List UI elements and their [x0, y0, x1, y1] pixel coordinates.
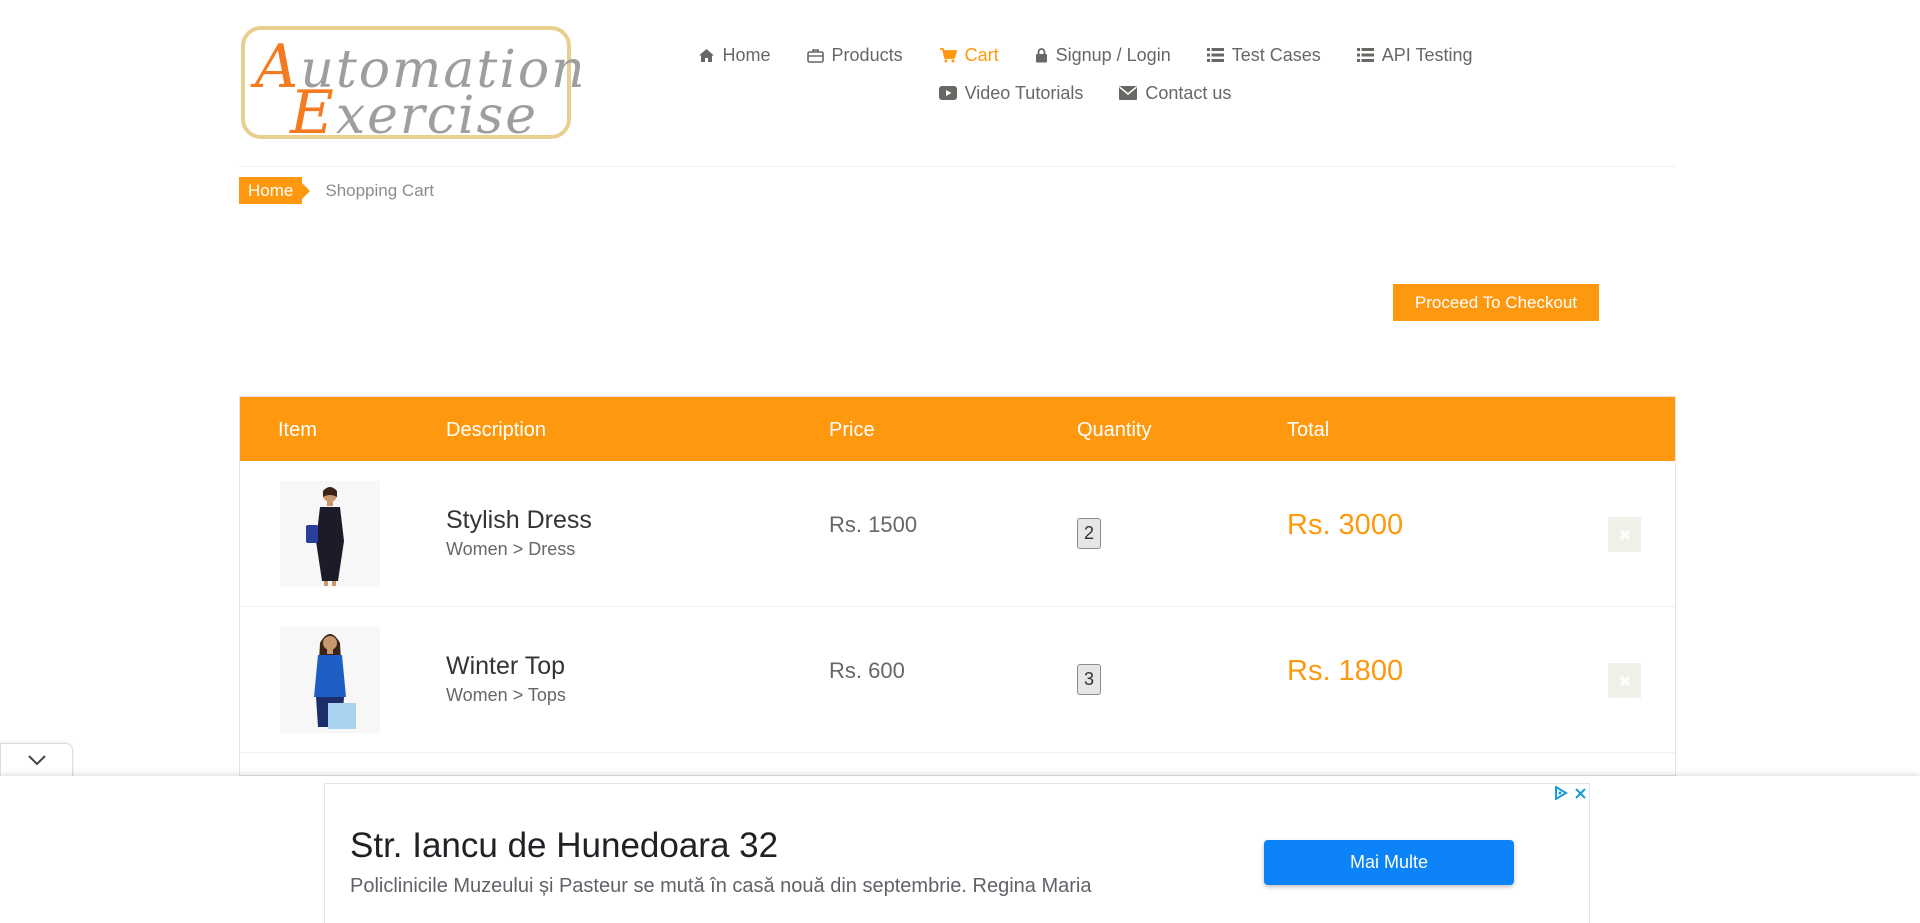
product-total: Rs. 1800 — [1287, 655, 1404, 687]
product-photo-dress — [280, 481, 380, 587]
nav-products-label: Products — [831, 44, 903, 65]
nav-products[interactable]: Products — [806, 44, 903, 66]
header-total: Total — [1287, 419, 1330, 441]
nav-signup-login-label: Signup / Login — [1055, 44, 1171, 65]
main-nav: Home Products Cart Signup / Login Test C… — [698, 36, 1472, 112]
breadcrumb-current: Shopping Cart — [325, 180, 435, 200]
product-category: Women > Tops — [446, 685, 566, 705]
ad-content[interactable]: Str. Iancu de Hunedoara 32 Policlinicile… — [324, 783, 1590, 923]
product-quantity: 2 — [1077, 518, 1101, 549]
logo-rest-2: xercise — [335, 86, 538, 146]
delete-item-button[interactable] — [1608, 517, 1641, 552]
ad-title[interactable]: Str. Iancu de Hunedoara 32 — [350, 826, 778, 866]
ad-more-button[interactable]: Mai Multe — [1264, 840, 1514, 885]
product-name[interactable]: Winter Top — [446, 652, 565, 681]
list-icon — [1356, 48, 1374, 62]
product-photo-top — [280, 627, 380, 733]
logo-cap-2: E — [290, 78, 336, 148]
nav-api-testing[interactable]: API Testing — [1356, 44, 1473, 66]
header-quantity: Quantity — [1077, 419, 1152, 441]
delete-item-button[interactable] — [1608, 663, 1641, 698]
product-image[interactable] — [280, 481, 380, 587]
logo-line-2: Exercise — [290, 78, 538, 148]
product-image[interactable] — [280, 627, 380, 733]
proceed-to-checkout-button[interactable]: Proceed To Checkout — [1393, 284, 1599, 321]
ad-controls — [1554, 784, 1587, 802]
nav-signup-login[interactable]: Signup / Login — [1035, 45, 1171, 66]
envelope-icon — [1119, 86, 1138, 100]
header-divider — [239, 166, 1675, 167]
chevron-down-icon — [27, 754, 46, 765]
table-row: Stylish Dress Women > Dress Rs. 1500 2 R… — [240, 461, 1675, 607]
adchoices-icon[interactable] — [1554, 786, 1568, 800]
briefcase-icon — [806, 48, 824, 63]
nav-contact-us[interactable]: Contact us — [1119, 83, 1231, 104]
site-header: Automation Exercise Home Products Cart S… — [0, 0, 1920, 166]
list-icon — [1206, 48, 1224, 62]
product-total: Rs. 3000 — [1287, 509, 1404, 541]
close-icon — [1619, 529, 1630, 540]
ad-description: Policlinicile Muzeului și Pasteur se mut… — [350, 875, 1092, 897]
nav-cart[interactable]: Cart — [939, 45, 999, 66]
youtube-icon — [938, 86, 957, 100]
header-price: Price — [829, 419, 875, 441]
cart-table-header: Item Description Price Quantity Total — [240, 397, 1675, 461]
nav-test-cases[interactable]: Test Cases — [1206, 44, 1321, 66]
table-row: Winter Top Women > Tops Rs. 600 3 Rs. 18… — [240, 607, 1675, 753]
cart-icon — [939, 47, 957, 62]
product-category: Women > Dress — [446, 539, 576, 559]
close-ad-icon[interactable] — [1574, 787, 1587, 800]
nav-test-cases-label: Test Cases — [1231, 44, 1321, 65]
product-quantity: 3 — [1077, 664, 1101, 695]
cart-table: Item Description Price Quantity Total St… — [239, 396, 1676, 776]
nav-home[interactable]: Home — [698, 45, 771, 66]
product-name[interactable]: Stylish Dress — [446, 506, 592, 535]
nav-video-tutorials[interactable]: Video Tutorials — [938, 82, 1084, 104]
close-icon — [1619, 675, 1630, 686]
ad-banner: Str. Iancu de Hunedoara 32 Policlinicile… — [0, 776, 1920, 923]
header-item: Item — [278, 419, 317, 441]
nav-api-testing-label: API Testing — [1381, 44, 1473, 65]
lock-icon — [1035, 47, 1047, 62]
nav-contact-us-label: Contact us — [1145, 82, 1232, 103]
home-icon — [698, 48, 714, 62]
site-logo[interactable]: Automation Exercise — [241, 26, 585, 148]
header-description: Description — [446, 419, 547, 441]
nav-cart-label: Cart — [964, 44, 999, 65]
nav-video-tutorials-label: Video Tutorials — [964, 82, 1084, 103]
ad-collapse-toggle[interactable] — [0, 743, 73, 776]
product-price: Rs. 600 — [829, 658, 905, 683]
breadcrumb-home[interactable]: Home — [239, 177, 311, 204]
nav-home-label: Home — [722, 44, 771, 65]
breadcrumb: Home Shopping Cart — [239, 177, 434, 204]
product-price: Rs. 1500 — [829, 512, 918, 537]
